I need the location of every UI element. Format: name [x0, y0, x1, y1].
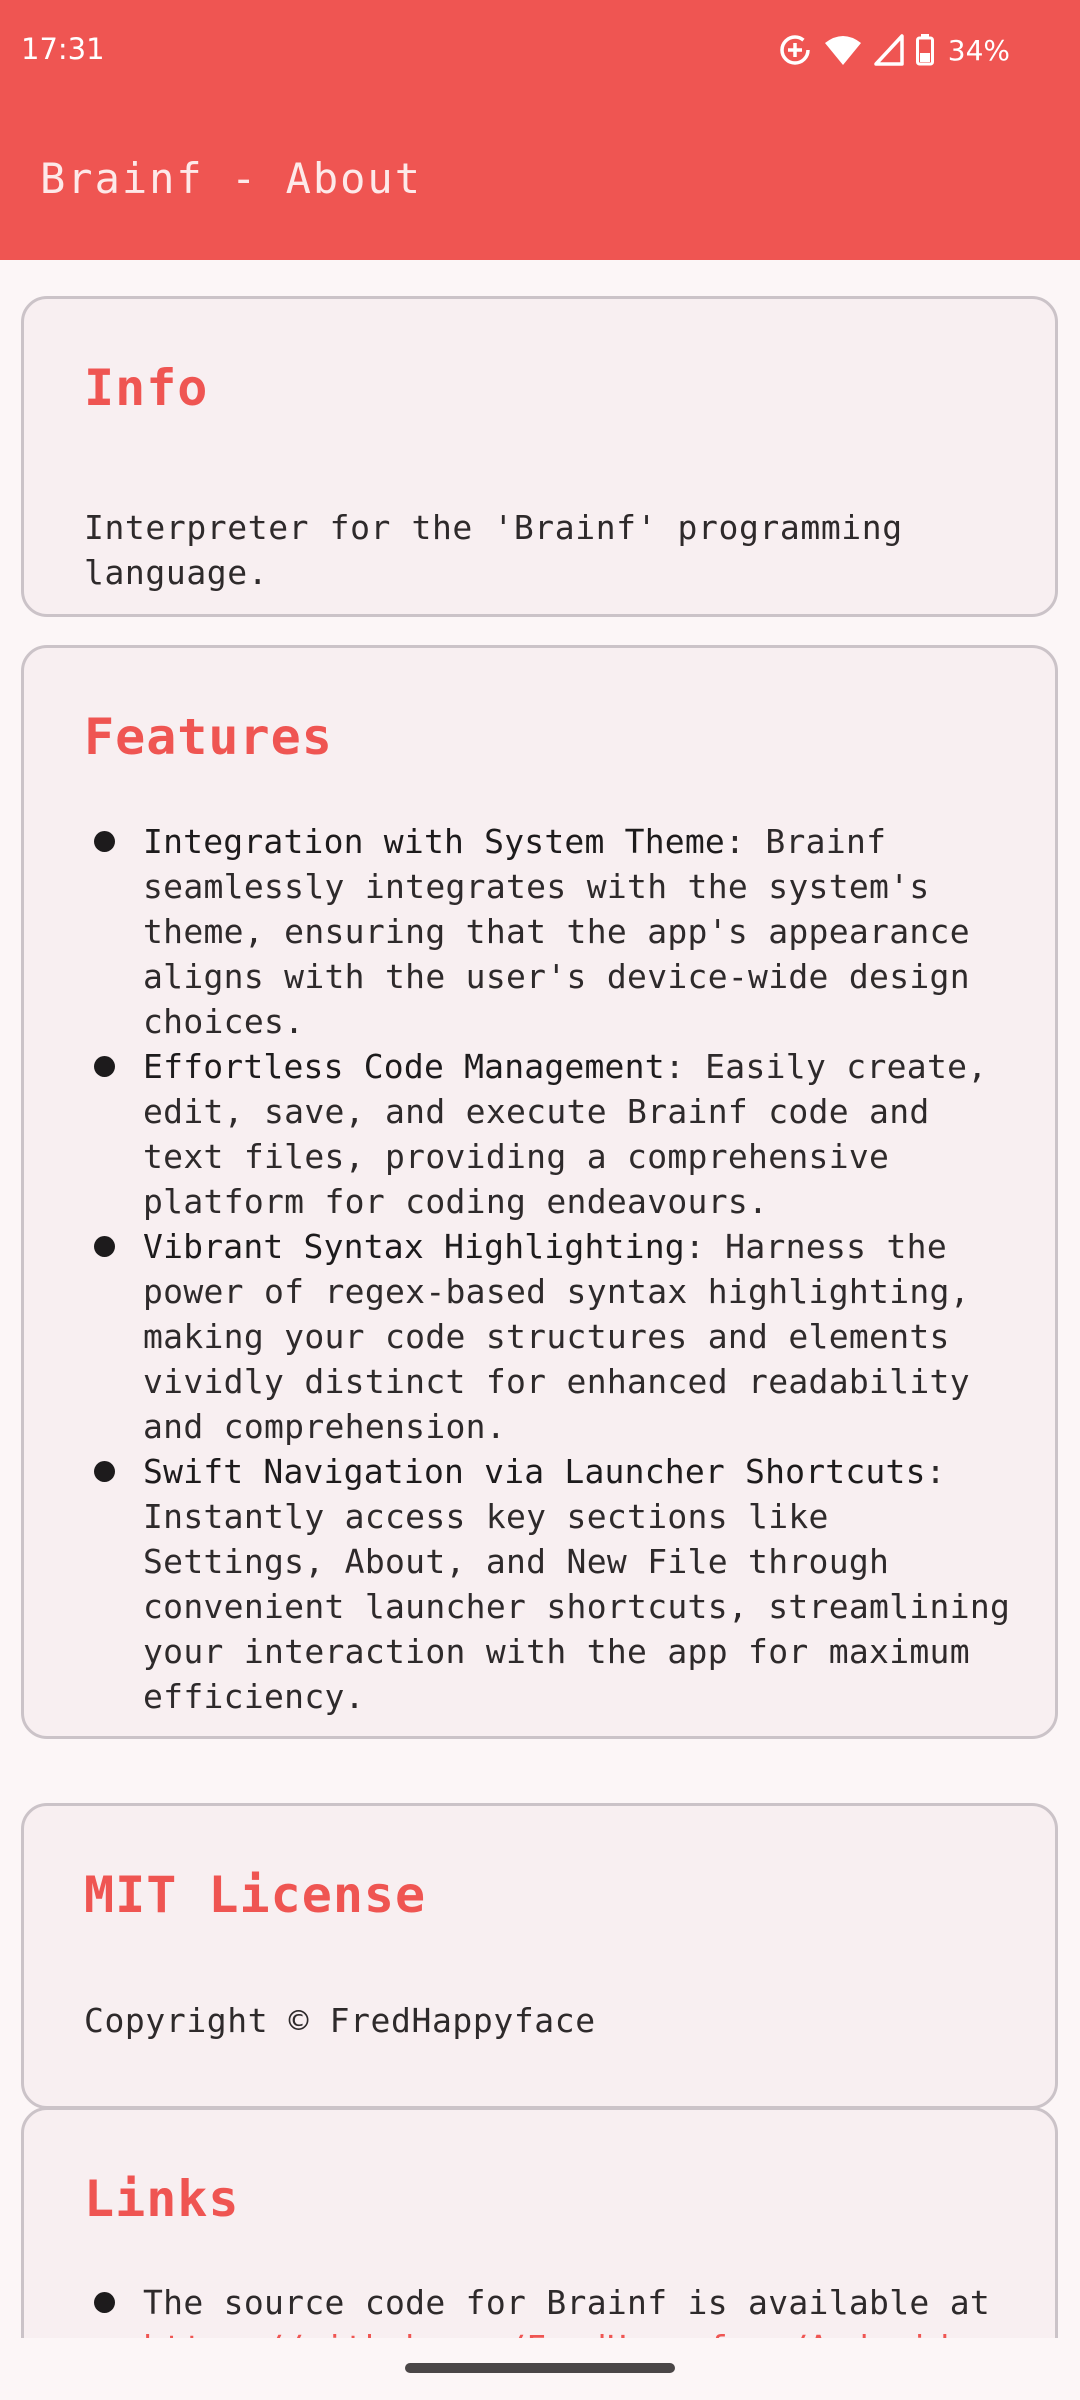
status-bar: 17:31 34% — [0, 0, 1080, 100]
bullet-icon — [94, 1056, 115, 1077]
status-icons: 34% — [778, 28, 1010, 72]
status-time: 17:31 — [21, 32, 105, 66]
links-card: Links The source code for Brainf is avai… — [21, 2107, 1058, 2338]
features-card: Features Integration with System Theme: … — [21, 645, 1058, 1739]
battery-percentage: 34% — [947, 33, 1010, 67]
bullet-icon — [94, 2292, 115, 2313]
license-card: MIT License Copyright © FredHappyface — [21, 1803, 1058, 2109]
cellular-signal-icon — [874, 34, 904, 66]
feature-title: Swift Navigation via Launcher Shortcuts — [143, 1452, 926, 1491]
wifi-icon — [824, 35, 862, 65]
bullet-icon — [94, 831, 115, 852]
feature-item: Swift Navigation via Launcher Shortcuts:… — [84, 1449, 1019, 1719]
bullet-icon — [94, 1461, 115, 1482]
about-content[interactable]: Info Interpreter for the 'Brainf' progra… — [0, 262, 1080, 2338]
features-card-title: Features — [84, 708, 333, 766]
feature-title: Integration with System Theme — [143, 822, 725, 861]
source-code-link[interactable]: https://github.com/FredHappyface/Android — [143, 2328, 950, 2338]
feature-title: Effortless Code Management — [143, 1047, 665, 1086]
battery-icon — [915, 34, 934, 66]
feature-text: Instantly access key sections like Setti… — [143, 1497, 1011, 1716]
app-bar: Brainf - About — [0, 100, 1080, 260]
info-card: Info Interpreter for the 'Brainf' progra… — [21, 296, 1058, 617]
bullet-icon — [94, 1236, 115, 1257]
link-item: The source code for Brainf is available … — [84, 2280, 1019, 2338]
feature-item: Vibrant Syntax Highlighting: Harness the… — [84, 1224, 1019, 1449]
license-card-body: Copyright © FredHappyface — [84, 2001, 596, 2040]
gesture-navigation-bar[interactable] — [405, 2363, 675, 2373]
features-list: Integration with System Theme: Brainf se… — [84, 819, 1019, 1719]
links-list: The source code for Brainf is available … — [84, 2280, 1019, 2338]
links-card-title: Links — [84, 2170, 240, 2228]
link-item-text: The source code for Brainf is available … — [143, 2283, 991, 2322]
feature-item: Effortless Code Management: Easily creat… — [84, 1044, 1019, 1224]
data-saver-icon — [778, 33, 812, 67]
license-card-title: MIT License — [84, 1866, 427, 1924]
info-card-body: Interpreter for the 'Brainf' programming… — [84, 508, 903, 592]
feature-title: Vibrant Syntax Highlighting — [143, 1227, 685, 1266]
feature-item: Integration with System Theme: Brainf se… — [84, 819, 1019, 1044]
info-card-title: Info — [84, 359, 209, 417]
page-title: Brainf - About — [40, 154, 423, 203]
